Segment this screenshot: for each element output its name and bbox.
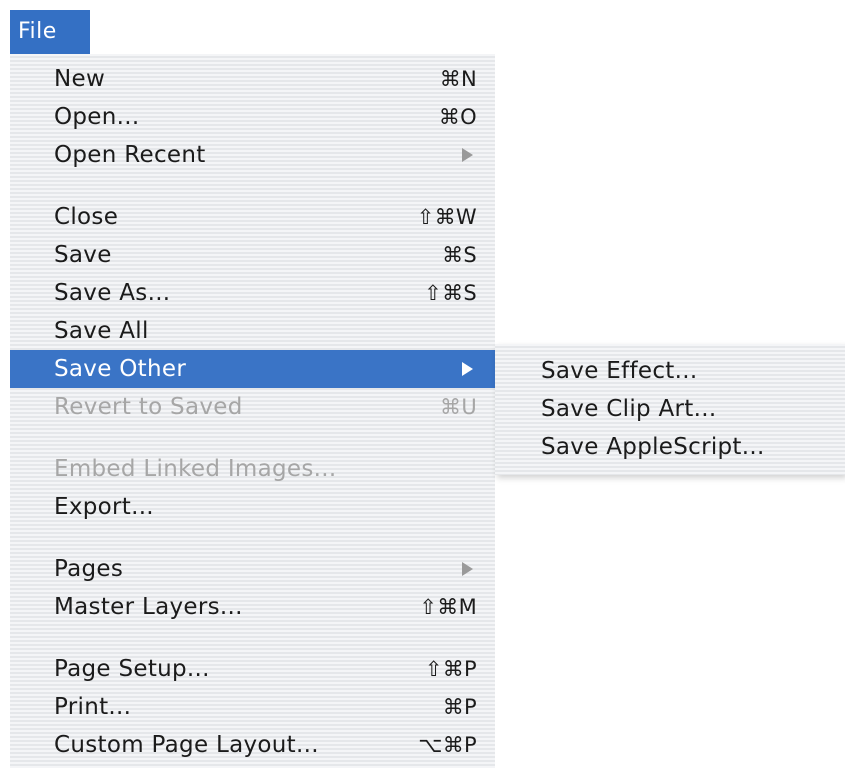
submenu-item-label: Save Clip Art... bbox=[541, 396, 717, 422]
submenu-arrow-icon bbox=[462, 562, 473, 576]
menu-item-custom-page-layout[interactable]: Custom Page Layout... ⌥⌘P bbox=[10, 726, 495, 764]
menu-item-label: Save Other bbox=[54, 356, 187, 382]
submenu-item-label: Save AppleScript... bbox=[541, 434, 765, 460]
menu-item-save-all[interactable]: Save All bbox=[10, 312, 495, 350]
submenu-item-label: Save Effect... bbox=[541, 358, 698, 384]
menu-item-pages[interactable]: Pages bbox=[10, 550, 495, 588]
save-other-submenu: Save Effect... Save Clip Art... Save App… bbox=[495, 344, 845, 475]
submenu-item-save-applescript[interactable]: Save AppleScript... bbox=[495, 428, 845, 466]
menu-item-label: Embed Linked Images... bbox=[54, 456, 337, 482]
menu-item-label: Close bbox=[54, 204, 119, 230]
menu-item-label: Open... bbox=[54, 104, 140, 130]
menu-item-close[interactable]: Close ⇧⌘W bbox=[10, 198, 495, 236]
menu-item-label: Revert to Saved bbox=[54, 394, 243, 420]
menu-item-save[interactable]: Save ⌘S bbox=[10, 236, 495, 274]
menu-item-shortcut: ⌘U bbox=[440, 395, 477, 419]
menu-item-shortcut: ⌘N bbox=[439, 67, 477, 91]
menu-item-label: Save As... bbox=[54, 280, 171, 306]
menu-item-label: Open Recent bbox=[54, 142, 206, 168]
menu-item-shortcut: ⌘S bbox=[442, 243, 477, 267]
menu-item-shortcut: ⌥⌘P bbox=[418, 733, 477, 757]
menu-item-shortcut: ⇧⌘W bbox=[416, 205, 477, 229]
menu-item-open[interactable]: Open... ⌘O bbox=[10, 98, 495, 136]
menu-item-label: Master Layers... bbox=[54, 594, 243, 620]
menu-item-revert-to-saved: Revert to Saved ⌘U bbox=[10, 388, 495, 426]
menu-item-export[interactable]: Export... bbox=[10, 488, 495, 526]
file-menu-title[interactable]: File bbox=[10, 10, 90, 54]
menu-item-page-setup[interactable]: Page Setup... ⇧⌘P bbox=[10, 650, 495, 688]
menu-item-label: Custom Page Layout... bbox=[54, 732, 319, 758]
submenu-item-save-effect[interactable]: Save Effect... bbox=[495, 352, 845, 390]
menu-item-label: Print... bbox=[54, 694, 132, 720]
menu-item-open-recent[interactable]: Open Recent bbox=[10, 136, 495, 174]
menu-item-shortcut: ⇧⌘M bbox=[419, 595, 477, 619]
submenu-item-save-clip-art[interactable]: Save Clip Art... bbox=[495, 390, 845, 428]
menu-item-print[interactable]: Print... ⌘P bbox=[10, 688, 495, 726]
menu-item-label: Save bbox=[54, 242, 112, 268]
menu-item-label: Pages bbox=[54, 556, 124, 582]
menu-item-new[interactable]: New ⌘N bbox=[10, 60, 495, 98]
menu-item-master-layers[interactable]: Master Layers... ⇧⌘M bbox=[10, 588, 495, 626]
menu-item-shortcut: ⌘P bbox=[442, 695, 477, 719]
submenu-arrow-icon bbox=[462, 148, 473, 162]
menu-item-embed-linked-images: Embed Linked Images... bbox=[10, 450, 495, 488]
menu-item-save-as[interactable]: Save As... ⇧⌘S bbox=[10, 274, 495, 312]
menu-item-shortcut: ⌘O bbox=[438, 105, 477, 129]
menu-item-label: Page Setup... bbox=[54, 656, 210, 682]
menu-item-label: Save All bbox=[54, 318, 149, 344]
menu-item-label: Export... bbox=[54, 494, 154, 520]
menu-item-shortcut: ⇧⌘S bbox=[424, 281, 477, 305]
menu-item-label: New bbox=[54, 66, 106, 92]
menu-item-save-other[interactable]: Save Other bbox=[10, 350, 495, 388]
menu-item-shortcut: ⇧⌘P bbox=[424, 657, 477, 681]
file-menu: New ⌘N Open... ⌘O Open Recent Close ⇧⌘W … bbox=[10, 54, 495, 768]
submenu-arrow-icon bbox=[462, 362, 473, 376]
